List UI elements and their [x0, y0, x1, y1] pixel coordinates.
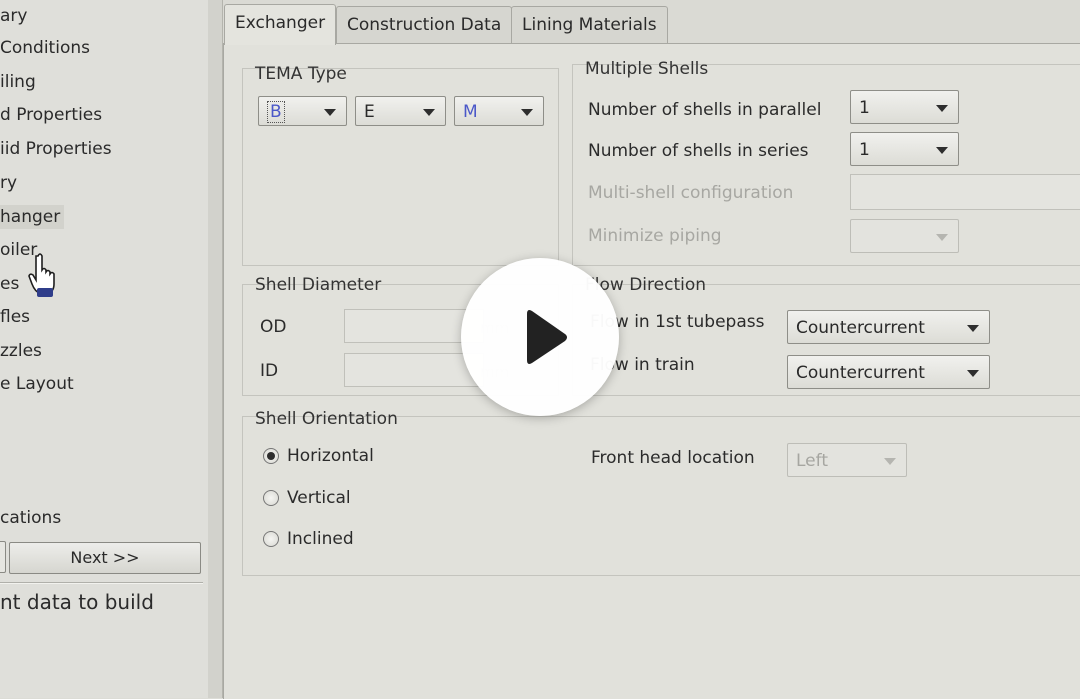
shells-series-value: 1 [859, 140, 870, 160]
nav-item-cold-fluid-properties[interactable]: iid Properties [0, 139, 112, 159]
tema-type-title: TEMA Type [255, 64, 347, 84]
nav-item-summary[interactable]: ary [0, 6, 27, 26]
nav-item-tubes[interactable]: es [0, 274, 19, 294]
nav-item-specifications[interactable]: cations [0, 508, 61, 528]
nav-item-geometry[interactable]: ry [0, 173, 17, 193]
main-area: Exchanger Construction Data Lining Mater… [223, 0, 1080, 699]
chevron-down-icon [324, 109, 336, 116]
tema-shell-select[interactable]: E [355, 96, 446, 126]
nav-item-conditions[interactable]: Conditions [0, 38, 90, 58]
nav-item-fouling[interactable]: iling [0, 72, 36, 92]
inclined-label[interactable]: Inclined [287, 529, 354, 549]
vertical-label[interactable]: Vertical [287, 488, 351, 508]
nav-item-baffles[interactable]: fles [0, 307, 30, 327]
chevron-down-icon [936, 147, 948, 154]
shell-orientation-group [242, 416, 1080, 576]
status-message: nt data to build [0, 590, 154, 614]
minimize-piping-select[interactable] [850, 219, 959, 253]
play-icon [527, 310, 567, 364]
nav-item-nozzles[interactable]: zzles [0, 341, 42, 361]
tema-rear-head-select[interactable]: M [454, 96, 544, 126]
radio-horizontal[interactable] [263, 448, 279, 464]
shells-parallel-label: Number of shells in parallel [588, 100, 822, 120]
front-head-location-label: Front head location [591, 448, 755, 468]
chevron-down-icon [936, 105, 948, 112]
flow-tubepass-select[interactable]: Countercurrent [787, 310, 990, 344]
radio-inclined[interactable] [263, 531, 279, 547]
back-button[interactable] [0, 541, 6, 573]
shells-parallel-select[interactable]: 1 [850, 90, 959, 124]
multi-shell-config-label: Multi-shell configuration [588, 183, 794, 203]
shell-orientation-title: Shell Orientation [255, 409, 398, 429]
nav-item-tube-layout[interactable]: e Layout [0, 374, 74, 394]
flow-train-value: Countercurrent [796, 363, 925, 383]
shells-parallel-value: 1 [859, 98, 870, 118]
panel-splitter[interactable] [208, 0, 223, 698]
tema-rear-value: M [463, 102, 478, 122]
tab-construction-data[interactable]: Construction Data [336, 6, 513, 43]
chevron-down-icon [884, 458, 896, 465]
tab-exchanger[interactable]: Exchanger [224, 4, 337, 45]
front-head-location-value: Left [796, 451, 828, 471]
chevron-down-icon [967, 370, 979, 377]
nav-item-hot-fluid-properties[interactable]: d Properties [0, 105, 102, 125]
multiple-shells-title: Multiple Shells [585, 59, 709, 79]
tema-front-head-select[interactable]: B [258, 96, 347, 126]
tab-lining-materials[interactable]: Lining Materials [511, 6, 668, 43]
chevron-down-icon [936, 234, 948, 241]
flow-tubepass-value: Countercurrent [796, 318, 925, 338]
nav-item-exchanger[interactable]: hanger [0, 205, 65, 229]
id-label: ID [260, 361, 279, 381]
chevron-down-icon [521, 109, 533, 116]
status-divider [0, 582, 203, 584]
front-head-location-select[interactable]: Left [787, 443, 907, 477]
tema-front-value: B [267, 101, 285, 123]
next-button[interactable]: Next >> [9, 542, 201, 574]
shells-series-label: Number of shells in series [588, 141, 809, 161]
tema-shell-value: E [364, 102, 375, 122]
video-play-button[interactable] [461, 258, 619, 416]
minimize-piping-label: Minimize piping [588, 226, 722, 246]
exchanger-tab-panel: TEMA Type B E M Multiple Shells Number o… [223, 43, 1080, 699]
multi-shell-config-field[interactable] [850, 174, 1080, 210]
chevron-down-icon [967, 325, 979, 332]
horizontal-label[interactable]: Horizontal [287, 446, 374, 466]
shells-series-select[interactable]: 1 [850, 132, 959, 166]
navigation-panel: ary Conditions iling d Properties iid Pr… [0, 0, 209, 698]
radio-vertical[interactable] [263, 490, 279, 506]
hand-cursor-icon [28, 253, 55, 297]
chevron-down-icon [423, 109, 435, 116]
flow-train-select[interactable]: Countercurrent [787, 355, 990, 389]
od-label: OD [260, 317, 287, 337]
shell-diameter-title: Shell Diameter [255, 275, 382, 295]
